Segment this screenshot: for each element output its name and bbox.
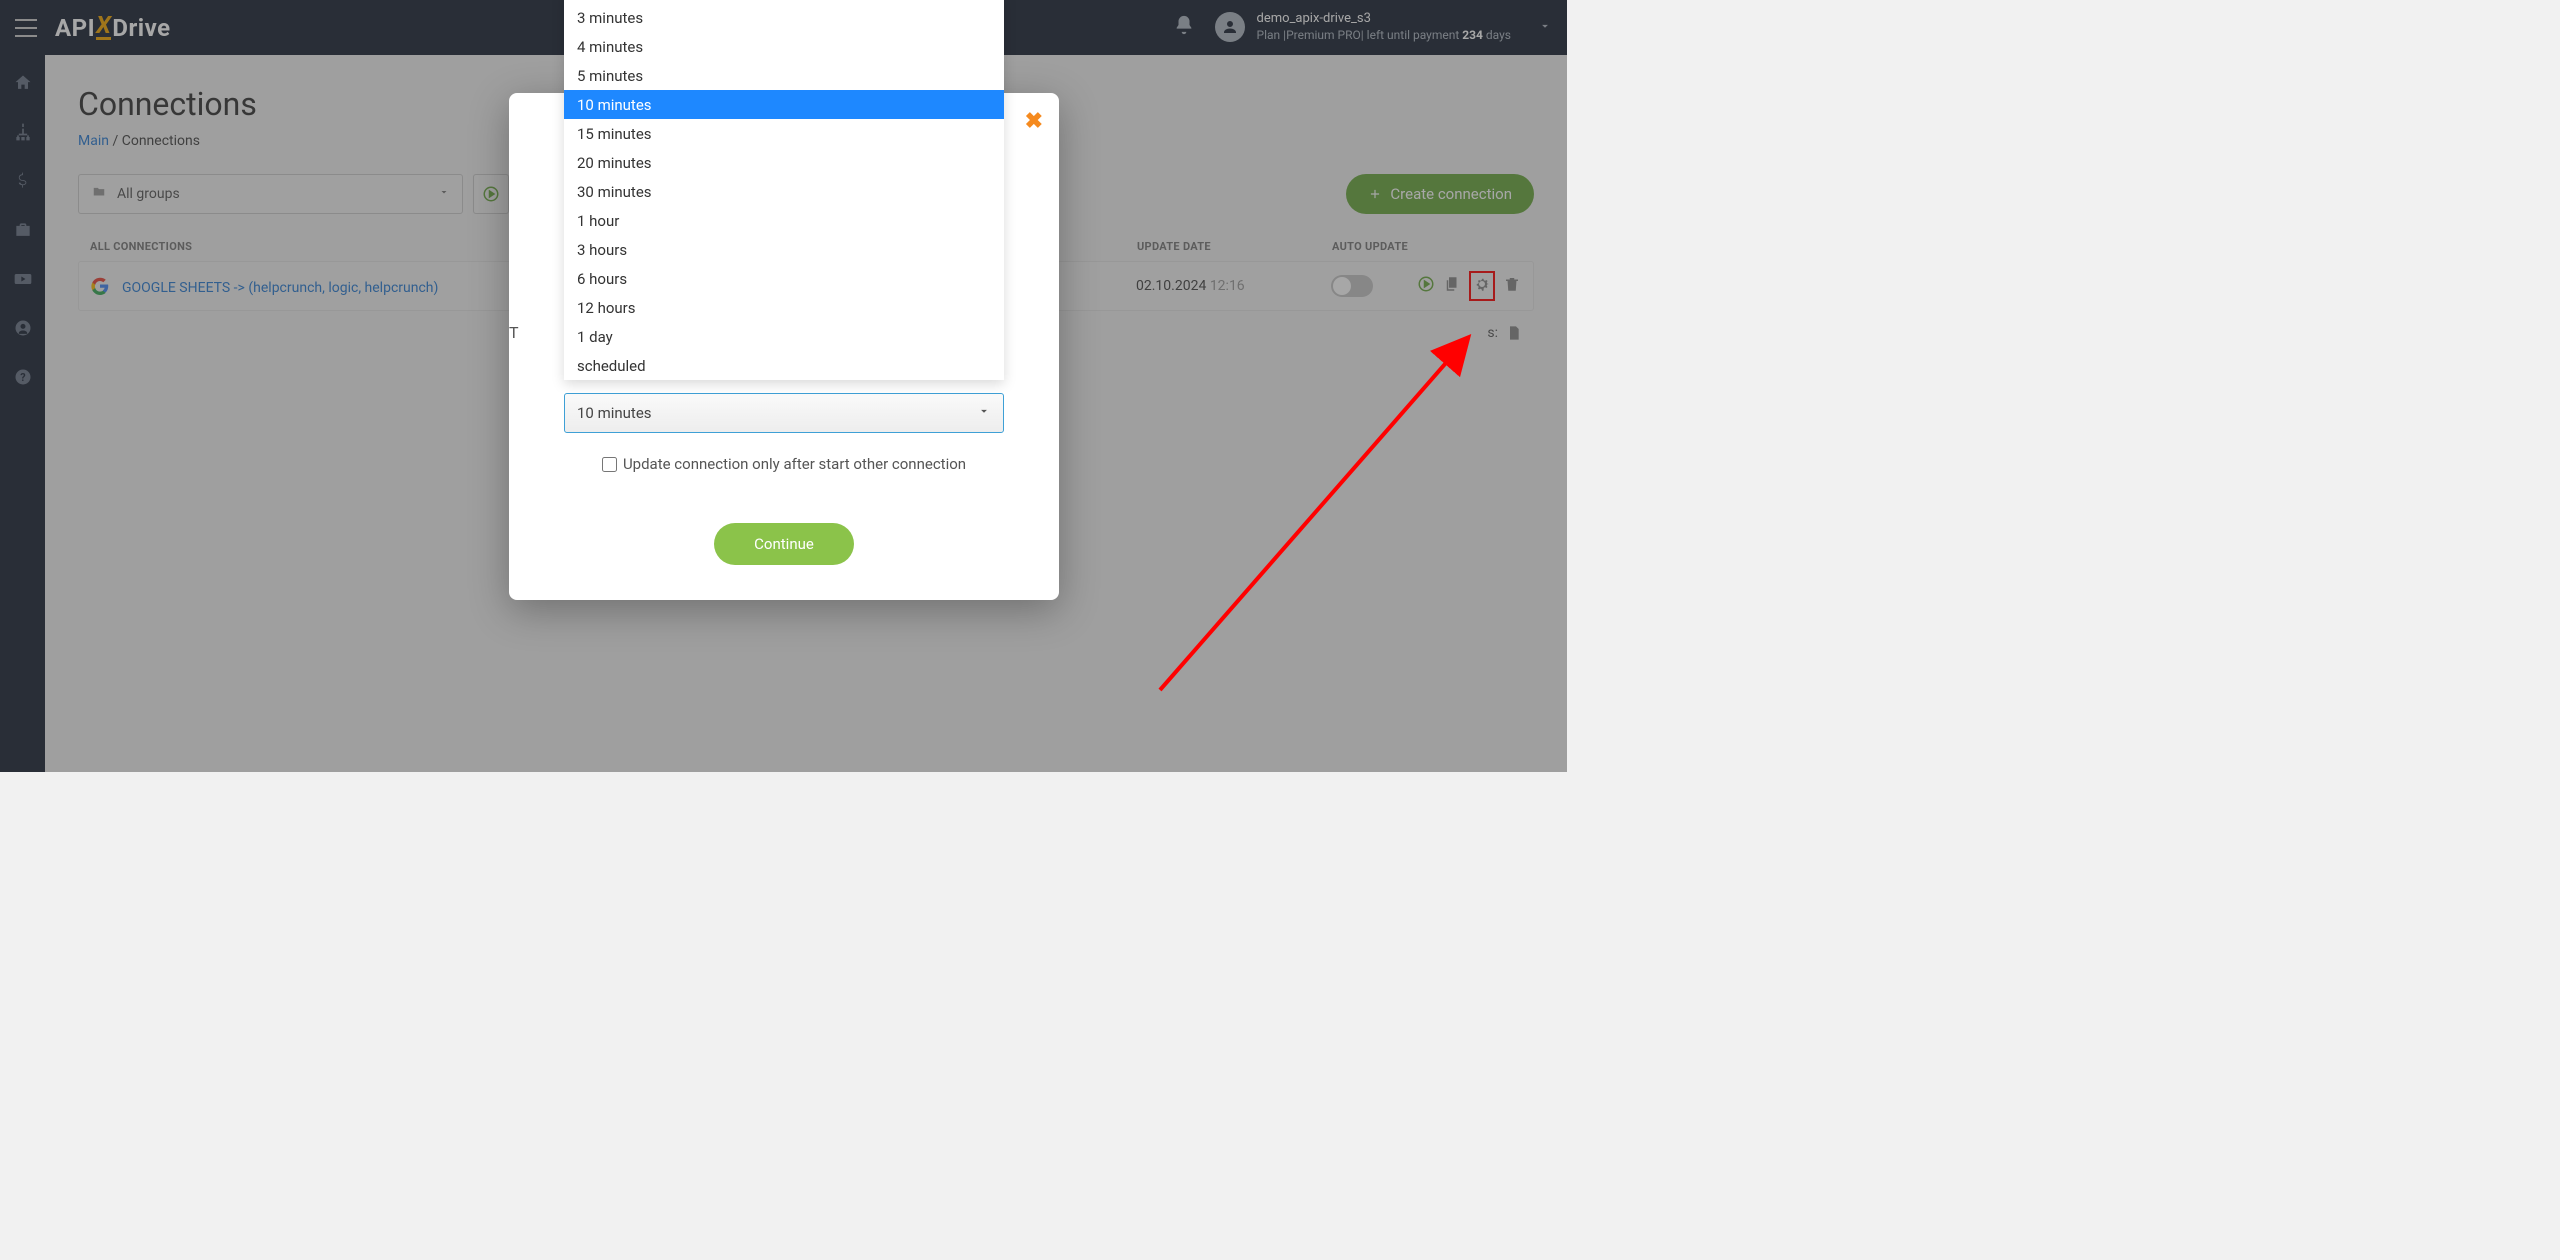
interval-selected-value: 10 minutes [577, 404, 652, 422]
checkbox-input[interactable] [602, 457, 617, 472]
interval-option[interactable]: 20 minutes [564, 148, 1004, 177]
modal-close-button[interactable]: ✖ [1025, 109, 1043, 134]
interval-option[interactable]: 30 minutes [564, 177, 1004, 206]
interval-option[interactable]: scheduled [564, 351, 1004, 380]
update-after-other-checkbox[interactable]: Update connection only after start other… [564, 455, 1004, 473]
chevron-down-icon [977, 404, 991, 422]
interval-option[interactable]: 3 minutes [564, 3, 1004, 32]
interval-option[interactable]: 5 minutes [564, 61, 1004, 90]
interval-option[interactable]: 6 hours [564, 264, 1004, 293]
interval-option[interactable]: 12 hours [564, 293, 1004, 322]
interval-option[interactable]: 15 minutes [564, 119, 1004, 148]
interval-option[interactable]: 10 minutes [564, 90, 1004, 119]
interval-option[interactable]: 3 hours [564, 235, 1004, 264]
interval-select[interactable]: 10 minutes [564, 393, 1004, 433]
continue-button[interactable]: Continue [714, 523, 854, 565]
interval-option[interactable]: 1 day [564, 322, 1004, 351]
interval-dropdown-list: 2 minutes3 minutes4 minutes5 minutes10 m… [564, 0, 1004, 380]
interval-option[interactable]: 4 minutes [564, 32, 1004, 61]
modal-label-partial: T [509, 323, 519, 342]
interval-option[interactable]: 1 hour [564, 206, 1004, 235]
